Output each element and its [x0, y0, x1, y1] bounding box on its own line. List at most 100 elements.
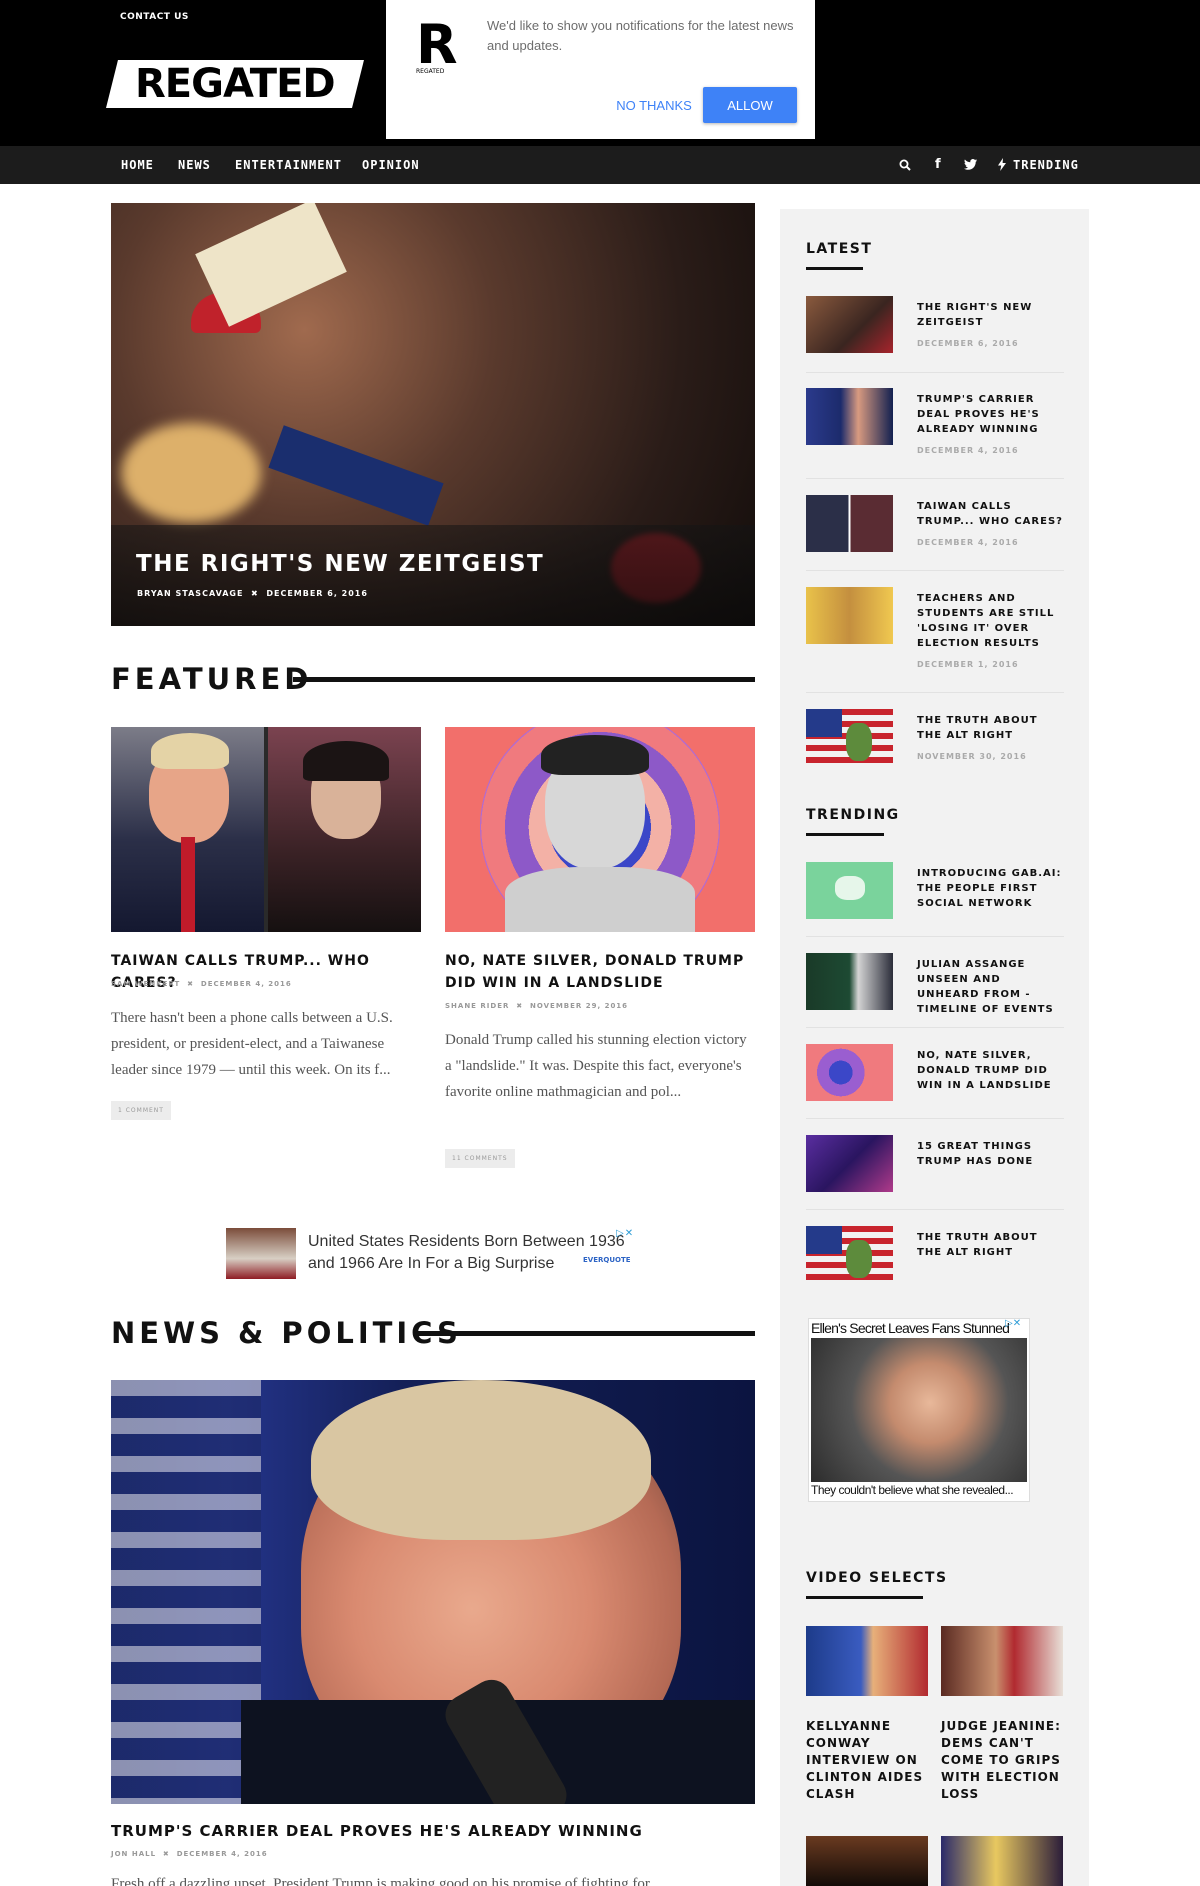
ad-thumbnail[interactable]: [226, 1228, 296, 1279]
trending-item[interactable]: NO, NATE SILVER, DONALD TRUMP DID WIN IN…: [806, 1044, 1064, 1104]
latest-item[interactable]: TRUMP'S CARRIER DEAL PROVES HE'S ALREADY…: [806, 388, 1064, 468]
featured-author-2[interactable]: SHANE RIDER: [445, 1002, 509, 1010]
sidebar-ad-headline[interactable]: Ellen's Secret Leaves Fans Stunned: [811, 1320, 1010, 1336]
trending-thumb[interactable]: [806, 1135, 893, 1192]
latest-thumb[interactable]: [806, 587, 893, 644]
latest-title[interactable]: TEACHERS AND STUDENTS ARE STILL 'LOSING …: [917, 591, 1067, 651]
news-lead-author[interactable]: JON HALL: [111, 1850, 156, 1858]
twitter-icon[interactable]: [964, 146, 977, 184]
video-thumb-4[interactable]: [941, 1836, 1063, 1886]
logo-text: REGATED: [135, 61, 335, 107]
featured-meta-1: SAM WENKERT ✖ DECEMBER 4, 2016: [111, 980, 292, 988]
latest-date: DECEMBER 6, 2016: [917, 339, 1019, 348]
sidebar-divider: [806, 478, 1064, 479]
flag-canton: [806, 709, 842, 737]
latest-thumb[interactable]: [806, 296, 893, 353]
featured-heading-rule: [293, 677, 755, 682]
facebook-icon[interactable]: f: [935, 146, 941, 184]
featured-title-2[interactable]: NO, NATE SILVER, DONALD TRUMP DID WIN IN…: [445, 950, 755, 994]
latest-thumb[interactable]: [806, 388, 893, 445]
sidebar-divider: [806, 372, 1064, 373]
sidebar-ad-image[interactable]: [811, 1338, 1027, 1482]
trending-title[interactable]: JULIAN ASSANGE UNSEEN AND UNHEARD FROM -…: [917, 957, 1067, 1017]
featured-image-taiwan[interactable]: [111, 727, 421, 932]
news-lead-title[interactable]: TRUMP'S CARRIER DEAL PROVES HE'S ALREADY…: [111, 1822, 643, 1840]
trending-item[interactable]: INTRODUCING GAB.AI: THE PEOPLE FIRST SOC…: [806, 862, 1064, 922]
latest-title[interactable]: THE RIGHT'S NEW ZEITGEIST: [917, 300, 1067, 330]
sidebar-ad-caption[interactable]: They couldn't believe what she revealed.…: [811, 1483, 1014, 1497]
allow-button[interactable]: ALLOW: [703, 87, 797, 123]
image-tie-left: [181, 837, 195, 932]
image-hair: [541, 735, 649, 775]
ad-close-icon[interactable]: ▷✕: [1005, 1318, 1021, 1329]
featured-image-nate-silver[interactable]: [445, 727, 755, 932]
main-nav: HOME NEWS ENTERTAINMENT OPINION f TRENDI…: [0, 146, 1200, 184]
latest-item[interactable]: THE TRUTH ABOUT THE ALT RIGHT NOVEMBER 3…: [806, 709, 1064, 779]
latest-thumb[interactable]: [806, 709, 893, 766]
latest-date: DECEMBER 4, 2016: [917, 446, 1019, 455]
nav-opinion[interactable]: OPINION: [362, 146, 420, 184]
trending-title[interactable]: INTRODUCING GAB.AI: THE PEOPLE FIRST SOC…: [917, 866, 1067, 911]
trending-heading-rule: [806, 833, 884, 836]
frog-figure: [846, 723, 872, 761]
trending-item[interactable]: 15 GREAT THINGS TRUMP HAS DONE: [806, 1135, 1064, 1195]
trending-thumb[interactable]: [806, 953, 893, 1010]
sponsored-ad[interactable]: United States Residents Born Between 193…: [226, 1228, 644, 1282]
video-title-2[interactable]: JUDGE JEANINE: DEMS CAN'T COME TO GRIPS …: [941, 1718, 1066, 1803]
sidebar-divider: [806, 1027, 1064, 1028]
news-lead-meta: JON HALL ✖ DECEMBER 4, 2016: [111, 1850, 268, 1858]
latest-title[interactable]: THE TRUTH ABOUT THE ALT RIGHT: [917, 713, 1067, 743]
trending-heading: TRENDING: [806, 807, 900, 823]
sidebar-divider: [806, 570, 1064, 571]
news-lead-excerpt: Fresh off a dazzling upset, President Tr…: [111, 1876, 661, 1886]
ad-text[interactable]: United States Residents Born Between 193…: [308, 1231, 628, 1275]
meta-separator-icon: ✖: [159, 1850, 174, 1858]
featured-author-1[interactable]: SAM WENKERT: [111, 980, 180, 988]
hero-image-detail: [268, 425, 444, 526]
featured-comments-1[interactable]: 1 COMMENT: [111, 1101, 171, 1120]
latest-item[interactable]: TEACHERS AND STUDENTS ARE STILL 'LOSING …: [806, 587, 1064, 677]
news-lead-image[interactable]: [111, 1380, 755, 1804]
video-thumb-1[interactable]: [806, 1626, 928, 1696]
video-thumb-2[interactable]: [941, 1626, 1063, 1696]
video-title-1[interactable]: KELLYANNE CONWAY INTERVIEW ON CLINTON AI…: [806, 1718, 931, 1803]
latest-item[interactable]: THE RIGHT'S NEW ZEITGEIST DECEMBER 6, 20…: [806, 296, 1064, 366]
ad-brand: EVERQUOTE: [583, 1256, 631, 1264]
notification-prompt: R REGATED We'd like to show you notifica…: [386, 0, 815, 139]
latest-title[interactable]: TRUMP'S CARRIER DEAL PROVES HE'S ALREADY…: [917, 392, 1067, 437]
hero-author[interactable]: BRYAN STASCAVAGE: [137, 589, 243, 598]
trending-thumb[interactable]: [806, 1226, 893, 1283]
nav-entertainment[interactable]: ENTERTAINMENT: [235, 146, 342, 184]
nav-news[interactable]: NEWS: [178, 146, 211, 184]
ad-close-icon[interactable]: ▷✕: [616, 1228, 634, 1239]
contact-us-link[interactable]: CONTACT US: [120, 12, 189, 22]
latest-title[interactable]: TAIWAN CALLS TRUMP... WHO CARES?: [917, 499, 1067, 529]
flag-canton: [806, 1226, 842, 1254]
nav-home[interactable]: HOME: [121, 146, 154, 184]
meta-separator-icon: ✖: [247, 589, 263, 598]
video-thumb-3[interactable]: [806, 1836, 928, 1886]
notification-logo: R REGATED: [416, 13, 458, 76]
search-icon[interactable]: [899, 146, 911, 184]
sidebar-divider: [806, 692, 1064, 693]
featured-heading: FEATURED: [111, 662, 313, 696]
hero-title[interactable]: THE RIGHT'S NEW ZEITGEIST: [136, 551, 544, 577]
trending-title[interactable]: NO, NATE SILVER, DONALD TRUMP DID WIN IN…: [917, 1048, 1067, 1093]
latest-item[interactable]: TAIWAN CALLS TRUMP... WHO CARES? DECEMBE…: [806, 495, 1064, 565]
featured-comments-2[interactable]: 11 COMMENTS: [445, 1149, 515, 1168]
trending-thumb[interactable]: [806, 1044, 893, 1101]
trending-title[interactable]: THE TRUTH ABOUT THE ALT RIGHT: [917, 1230, 1067, 1260]
image-flag: [111, 1380, 261, 1804]
hero-article[interactable]: THE RIGHT'S NEW ZEITGEIST BRYAN STASCAVA…: [111, 203, 755, 626]
trending-thumb[interactable]: [806, 862, 893, 919]
nav-trending[interactable]: TRENDING: [1013, 146, 1079, 184]
notification-logo-letter: R: [416, 13, 458, 76]
sidebar-ad[interactable]: Ellen's Secret Leaves Fans Stunned ▷✕ Th…: [808, 1318, 1030, 1502]
trending-title[interactable]: 15 GREAT THINGS TRUMP HAS DONE: [917, 1139, 1067, 1169]
notification-message: We'd like to show you notifications for …: [487, 18, 794, 53]
latest-date: DECEMBER 1, 2016: [917, 660, 1019, 669]
trending-item[interactable]: JULIAN ASSANGE UNSEEN AND UNHEARD FROM -…: [806, 953, 1064, 1015]
trending-item[interactable]: THE TRUTH ABOUT THE ALT RIGHT: [806, 1226, 1064, 1286]
site-logo[interactable]: REGATED: [106, 60, 364, 108]
latest-thumb[interactable]: [806, 495, 893, 552]
